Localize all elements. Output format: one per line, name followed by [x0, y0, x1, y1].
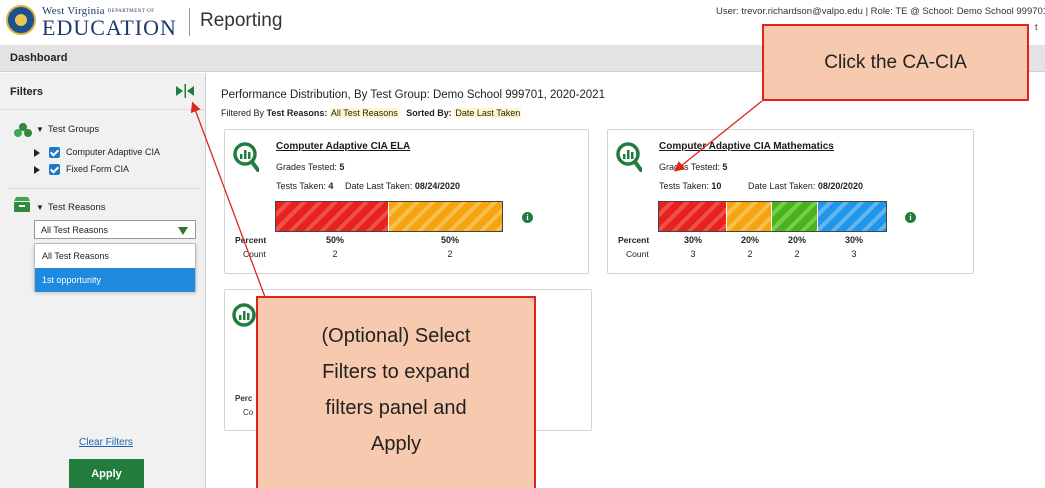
- performance-bar[interactable]: [658, 201, 887, 232]
- brand-logo-text: EDUCATION: [42, 15, 177, 40]
- magnifier-chart-icon: [616, 142, 642, 172]
- callout-text: (Optional) Select Filters to expand filt…: [321, 325, 471, 455]
- header-divider: [189, 8, 190, 36]
- clear-filters-link[interactable]: Clear Filters: [79, 437, 133, 448]
- sorted-by-key: Sorted By:: [406, 108, 452, 118]
- test-reasons-value: All Test Reasons: [329, 108, 399, 118]
- group-label: Fixed Form CIA: [66, 164, 130, 174]
- segment-percent: 50%: [440, 235, 459, 245]
- test-reasons-icon: [14, 197, 30, 212]
- chevron-down-icon[interactable]: [178, 227, 188, 235]
- magnifier-chart-icon: [233, 142, 259, 172]
- test-groups-toggle[interactable]: ▼ Test Groups: [36, 124, 99, 135]
- option-all-test-reasons[interactable]: All Test Reasons: [35, 244, 195, 268]
- filters-header: Filters: [0, 73, 206, 110]
- tests-taken: Tests Taken: 4: [276, 181, 334, 191]
- app-title: Reporting: [200, 10, 283, 31]
- test-reasons-select[interactable]: All Test Reasons: [34, 220, 196, 239]
- user-info: User: trevor.richardson@valpo.edu | Role…: [716, 6, 1045, 17]
- group-item-fixed-form[interactable]: Fixed Form CIA: [34, 164, 130, 176]
- magnifier-chart-icon: [232, 303, 256, 327]
- filtered-by-label: Filtered By: [221, 108, 265, 118]
- filters-panel: Filters ▼ Test Groups Computer Adaptive C…: [0, 73, 206, 488]
- bar-segment-green[interactable]: [772, 202, 818, 231]
- expand-arrow-icon[interactable]: [34, 148, 40, 157]
- segment-count: 2: [794, 249, 800, 259]
- group-item-computer-adaptive[interactable]: Computer Adaptive CIA: [34, 147, 161, 159]
- expand-arrow-icon[interactable]: [34, 165, 40, 174]
- checkbox-fixed-form[interactable]: [49, 164, 60, 176]
- percent-label: Percent: [618, 235, 650, 245]
- test-groups-icon: [14, 123, 32, 137]
- tests-taken: Tests Taken: 10: [659, 181, 722, 191]
- segment-count: 3: [851, 249, 857, 259]
- bar-segment-red[interactable]: [276, 202, 389, 231]
- checkbox-computer-adaptive[interactable]: [49, 147, 60, 159]
- segment-percent: 30%: [844, 235, 863, 245]
- date-last-taken: Date Last Taken: 08/20/2020: [748, 181, 863, 191]
- segment-percent: 20%: [787, 235, 806, 245]
- segment-percent: 30%: [683, 235, 702, 245]
- test-reasons-toggle[interactable]: ▼ Test Reasons: [36, 202, 105, 213]
- instruction-callout-filters: (Optional) Select Filters to expand filt…: [256, 296, 536, 488]
- state-seal-logo: [6, 5, 36, 35]
- count-label: Count: [243, 249, 266, 259]
- callout-text: Click the CA-CIA: [824, 52, 967, 73]
- card-title-link[interactable]: Computer Adaptive CIA ELA: [276, 141, 410, 152]
- segment-percent: 20%: [740, 235, 759, 245]
- bar-segment-red[interactable]: [659, 202, 728, 231]
- segment-percent: 50%: [325, 235, 344, 245]
- section-divider: [8, 188, 200, 189]
- breadcrumb-dashboard[interactable]: Dashboard: [10, 52, 67, 64]
- percent-label-partial: Perc: [235, 394, 253, 403]
- bar-segment-blue[interactable]: [817, 202, 886, 231]
- performance-bar[interactable]: [275, 201, 503, 232]
- group-label: Computer Adaptive CIA: [66, 147, 161, 157]
- card-title-link[interactable]: Computer Adaptive CIA Mathematics: [659, 141, 834, 152]
- test-reasons-dropdown: All Test Reasons 1st opportunity: [34, 243, 196, 292]
- collapse-panel-icon[interactable]: [174, 83, 196, 99]
- count-label-partial: Co: [243, 408, 254, 417]
- bar-segment-orange[interactable]: [389, 202, 502, 231]
- select-value: All Test Reasons: [41, 225, 108, 235]
- filter-summary: Filtered By Test Reasons: All Test Reaso…: [221, 108, 522, 118]
- filters-title[interactable]: Filters: [10, 86, 43, 98]
- user-info-overflow: t: [1035, 22, 1038, 32]
- test-group-card: Computer Adaptive CIA ELA Grades Tested:…: [224, 129, 589, 274]
- info-icon[interactable]: i: [905, 212, 916, 223]
- grades-tested: Grades Tested: 5: [276, 162, 345, 172]
- test-group-card: Computer Adaptive CIA Mathematics Grades…: [607, 129, 974, 274]
- instruction-callout-ca-cia: Click the CA-CIA: [762, 24, 1029, 101]
- segment-count: 2: [332, 249, 338, 259]
- segment-count: 2: [447, 249, 453, 259]
- count-label: Count: [626, 249, 649, 259]
- page-title: Performance Distribution, By Test Group:…: [221, 89, 605, 101]
- option-1st-opportunity[interactable]: 1st opportunity: [35, 268, 195, 292]
- page: West Virginia DEPARTMENT OF EDUCATION Re…: [0, 0, 1045, 488]
- apply-button[interactable]: Apply: [69, 459, 144, 488]
- segment-count: 3: [690, 249, 696, 259]
- grades-tested: Grades Tested: 5: [659, 162, 728, 172]
- date-last-taken: Date Last Taken: 08/24/2020: [345, 181, 460, 191]
- percent-label: Percent: [235, 235, 267, 245]
- brand-dept: DEPARTMENT OF: [107, 8, 155, 14]
- test-reasons-key: Test Reasons:: [266, 108, 328, 118]
- segment-count: 2: [747, 249, 753, 259]
- bar-segment-orange[interactable]: [727, 202, 773, 231]
- info-icon[interactable]: i: [522, 212, 533, 223]
- sorted-by-value: Date Last Taken: [454, 108, 522, 118]
